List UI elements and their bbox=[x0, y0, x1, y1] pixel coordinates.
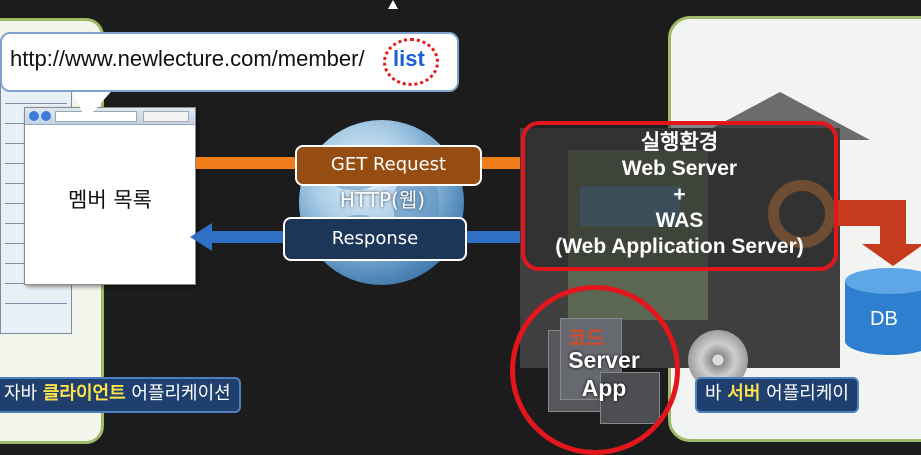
server-caption: 바 서버 어플리케이 bbox=[695, 377, 859, 413]
was-full-label: (Web Application Server) bbox=[555, 235, 804, 258]
member-list-label: 멤버 목록 bbox=[68, 188, 152, 212]
web-server-label: Web Server bbox=[621, 157, 738, 180]
url-list-segment: list bbox=[393, 46, 425, 71]
plus-label: + bbox=[673, 183, 686, 206]
forward-icon bbox=[41, 111, 51, 121]
response-arrowhead-icon bbox=[190, 223, 212, 251]
client-caption-highlight: 클라이언트 bbox=[42, 383, 126, 404]
server-app-line1: Server bbox=[568, 347, 640, 373]
client-caption-suffix: 어플리케이션 bbox=[125, 383, 231, 404]
client-caption-prefix: 자바 bbox=[4, 383, 43, 404]
browser-window: 멤버 목록 bbox=[24, 107, 196, 285]
db-label: DB bbox=[870, 308, 898, 330]
env-title: 실행환경 bbox=[640, 131, 719, 154]
browser-tab bbox=[143, 111, 189, 122]
was-label: WAS bbox=[655, 209, 704, 232]
http-label: HTTP(웹) bbox=[339, 188, 426, 212]
server-app-line2: App bbox=[581, 375, 627, 401]
url-text: http://www.newlecture.com/member/ bbox=[10, 46, 365, 71]
response-label: Response bbox=[283, 217, 467, 261]
server-caption-highlight: 서버 bbox=[727, 383, 761, 404]
server-app-label: Server App bbox=[548, 346, 660, 402]
runtime-environment-text: 실행환경 Web Server + WAS (Web Application S… bbox=[521, 130, 838, 260]
get-request-label: GET Request bbox=[295, 145, 482, 186]
client-caption: 자바 클라이언트 어플리케이션 bbox=[0, 377, 241, 413]
db-arrow-shaft bbox=[880, 200, 906, 246]
back-icon bbox=[29, 111, 39, 121]
server-caption-suffix: 어플리케이 bbox=[760, 383, 849, 404]
server-caption-prefix: 바 bbox=[705, 383, 728, 404]
db-arrowhead-icon bbox=[862, 244, 921, 266]
mouse-cursor-icon bbox=[388, 0, 398, 9]
